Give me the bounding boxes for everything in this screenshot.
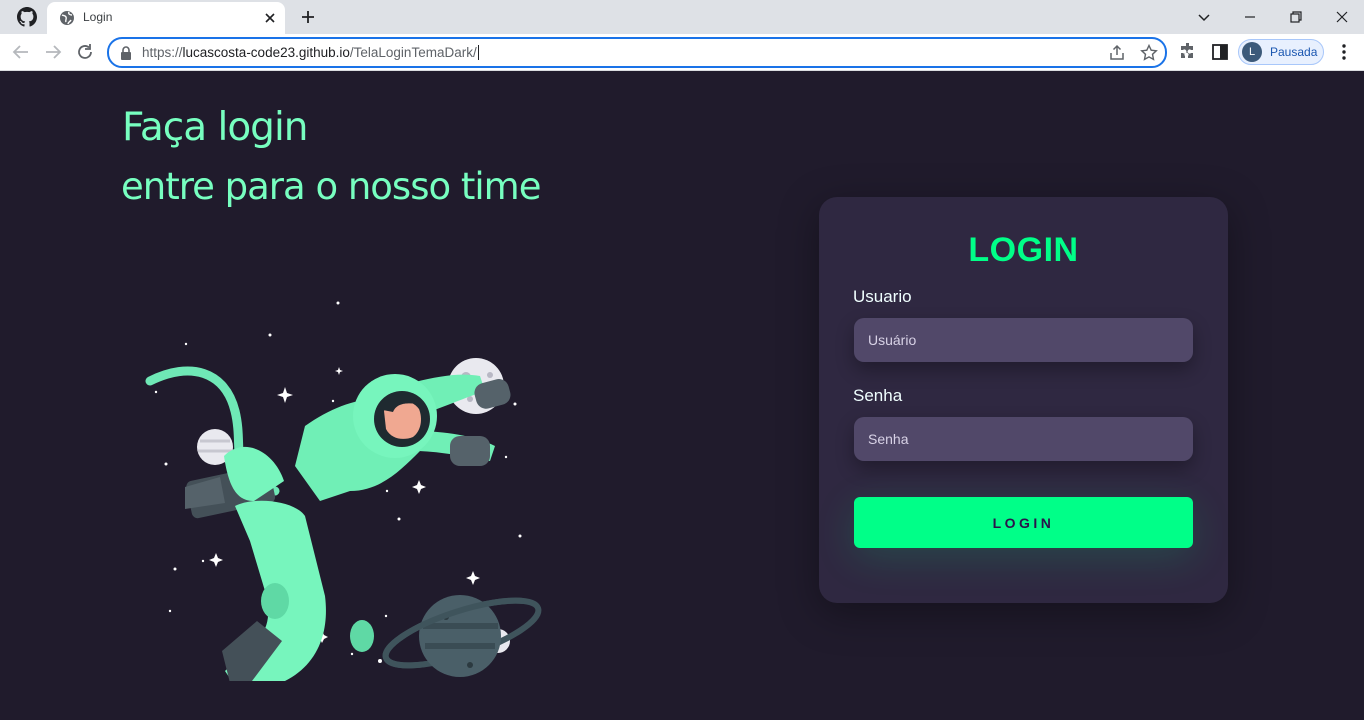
username-label: Usuario	[853, 287, 912, 306]
close-tab-icon[interactable]	[261, 9, 279, 27]
tab-search-chevron-icon[interactable]	[1192, 5, 1216, 29]
login-card-title: LOGIN	[968, 231, 1079, 269]
side-panel-icon[interactable]	[1209, 41, 1231, 63]
restore-icon[interactable]	[1284, 5, 1308, 29]
kebab-menu-icon[interactable]	[1333, 41, 1355, 63]
url-prefix: https://	[142, 45, 183, 60]
close-window-icon[interactable]	[1330, 5, 1354, 29]
browser-toolbar: https://lucascosta-code23.github.io/Tela…	[0, 34, 1364, 71]
new-tab-icon[interactable]	[298, 7, 318, 27]
github-icon[interactable]	[17, 7, 37, 27]
profile-status-label: Pausada	[1270, 45, 1318, 59]
url-host: lucascosta-code23.github.io	[182, 45, 350, 60]
address-bar[interactable]: https://lucascosta-code23.github.io/Tela…	[107, 37, 1167, 68]
browser-tab-bar: Login	[0, 0, 1364, 34]
login-page: Faça login entre para o nosso time LOGIN…	[0, 71, 1364, 720]
astronaut-illustration	[145, 301, 542, 681]
password-label: Senha	[853, 386, 903, 405]
login-button[interactable]: LOGIN	[854, 497, 1193, 548]
bookmark-star-icon[interactable]	[1139, 43, 1159, 63]
planet	[382, 595, 542, 677]
globe-icon	[60, 11, 74, 25]
lock-icon[interactable]	[120, 46, 132, 60]
forward-arrow-icon[interactable]	[41, 40, 65, 64]
tab-title: Login	[83, 10, 113, 24]
password-input[interactable]	[854, 417, 1193, 461]
share-icon[interactable]	[1107, 43, 1127, 63]
username-input[interactable]	[854, 318, 1193, 362]
minimize-icon[interactable]	[1238, 5, 1262, 29]
avatar: L	[1242, 42, 1262, 62]
page-subheadline: entre para o nosso time	[121, 165, 541, 208]
url-text[interactable]: https://lucascosta-code23.github.io/Tela…	[142, 45, 479, 60]
reload-icon[interactable]	[73, 40, 97, 64]
login-card: LOGIN Usuario Senha LOGIN	[819, 197, 1228, 603]
url-path: /TelaLoginTemaDark/	[349, 45, 477, 60]
back-arrow-icon[interactable]	[9, 40, 33, 64]
active-tab[interactable]: Login	[47, 2, 285, 34]
page-headline: Faça login	[122, 105, 308, 150]
profile-button[interactable]: L Pausada	[1238, 39, 1324, 65]
extensions-puzzle-icon[interactable]	[1177, 41, 1199, 63]
